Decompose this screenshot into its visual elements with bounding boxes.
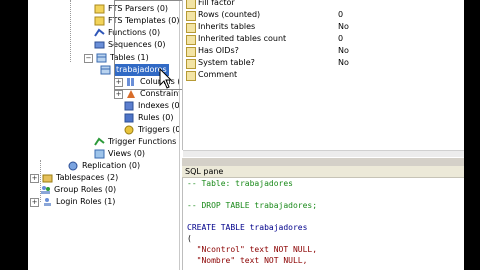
tree-item-label: Views (0) xyxy=(108,149,146,158)
property-row[interactable]: System table? No xyxy=(183,57,464,69)
tree-item-label: Indexes (0) xyxy=(138,101,180,110)
tree-item-triggers[interactable]: Triggers (0) xyxy=(124,124,180,136)
property-name: Inherited tables count xyxy=(198,34,287,43)
property-name: Fill factor xyxy=(198,0,235,7)
property-name: Inherits tables xyxy=(198,22,256,31)
property-row[interactable]: Has OIDs? No xyxy=(183,45,464,57)
property-name: System table? xyxy=(198,58,255,67)
properties-pane[interactable]: Fill factor Rows (counted) 0 Inherits ta… xyxy=(182,0,464,157)
property-row[interactable]: Rows (counted) 0 xyxy=(183,9,464,21)
tree-item-group-roles[interactable]: Group Roles (0) xyxy=(40,184,116,196)
collapse-icon[interactable]: − xyxy=(84,53,93,63)
triggers-icon xyxy=(124,125,135,135)
tree-item-label: Rules (0) xyxy=(138,113,174,122)
tree-guide-line xyxy=(70,0,71,62)
property-row[interactable]: Comment xyxy=(183,69,464,81)
rules-icon xyxy=(124,113,135,123)
group-roles-icon xyxy=(40,185,51,195)
sql-line: "Nombre" text NOT NULL, xyxy=(187,256,308,265)
fts-template-icon xyxy=(94,16,105,26)
sql-line: -- Table: trabajadores xyxy=(187,179,293,188)
trigger-function-icon xyxy=(94,137,105,147)
property-value: No xyxy=(338,58,349,67)
properties-scrollbar[interactable] xyxy=(183,150,464,157)
tree-item-label: Replication (0) xyxy=(82,161,141,170)
tree-item-label: Group Roles (0) xyxy=(54,185,117,194)
sql-line: -- DROP TABLE trabajadores; xyxy=(187,201,318,210)
property-row[interactable]: Inherited tables count 0 xyxy=(183,33,464,45)
sql-line: "Ncontrol" text NOT NULL, xyxy=(187,245,318,254)
pgadmin-window: FTS Parsers (0) FTS Templates (0) Functi… xyxy=(28,0,464,270)
sequence-icon xyxy=(94,40,105,50)
tree-item-views[interactable]: Views (0) xyxy=(94,148,145,160)
indexes-icon xyxy=(124,101,135,111)
sql-pane[interactable]: -- Table: trabajadores -- DROP TABLE tra… xyxy=(182,178,464,270)
tree-item-tablespaces[interactable]: + Tablespaces (2) xyxy=(30,172,118,184)
expand-icon[interactable]: + xyxy=(114,89,123,99)
tree-item-label: Tablespaces (2) xyxy=(56,173,119,182)
table-icon xyxy=(100,65,111,75)
tree-item-login-roles[interactable]: + Login Roles (1) xyxy=(30,196,115,208)
function-icon xyxy=(94,28,105,38)
property-icon xyxy=(186,71,196,81)
tree-item-trigger-functions[interactable]: Trigger Functions (0) xyxy=(94,136,179,148)
property-value: No xyxy=(338,22,349,31)
tablespaces-icon xyxy=(42,173,53,183)
tree-item-label: Login Roles (1) xyxy=(56,197,116,206)
views-icon xyxy=(94,149,105,159)
sql-pane-title: SQL pane xyxy=(182,166,464,178)
property-icon xyxy=(186,0,196,9)
property-value: 0 xyxy=(338,34,344,43)
property-icon xyxy=(186,23,196,33)
mouse-cursor-icon xyxy=(159,68,173,89)
property-name: Has OIDs? xyxy=(198,46,239,55)
property-icon xyxy=(186,11,196,21)
property-value: 0 xyxy=(338,10,344,19)
property-icon xyxy=(186,47,196,57)
property-icon xyxy=(186,35,196,45)
property-name: Comment xyxy=(198,70,238,79)
constraints-icon xyxy=(126,89,137,99)
property-name: Rows (counted) xyxy=(198,10,261,19)
sql-line: CREATE TABLE trabajadores xyxy=(187,223,308,232)
tree-item-indexes[interactable]: Indexes (0) xyxy=(124,100,180,112)
tree-item-label: Triggers (0) xyxy=(138,125,180,134)
expand-icon[interactable]: + xyxy=(30,197,39,207)
tables-icon xyxy=(96,53,107,63)
replication-icon xyxy=(68,161,79,171)
login-roles-icon xyxy=(42,197,53,207)
property-row[interactable]: Inherits tables No xyxy=(183,21,464,33)
property-row[interactable]: Fill factor xyxy=(183,0,464,9)
tree-item-replication[interactable]: Replication (0) xyxy=(68,160,140,172)
sql-line: ( xyxy=(187,234,192,243)
fts-parser-icon xyxy=(94,4,105,14)
expand-icon[interactable]: + xyxy=(30,173,39,183)
tree-item-label: Trigger Functions (0) xyxy=(108,137,179,146)
tree-item-rules[interactable]: Rules (0) xyxy=(124,112,173,124)
property-value: No xyxy=(338,46,349,55)
property-icon xyxy=(186,59,196,69)
